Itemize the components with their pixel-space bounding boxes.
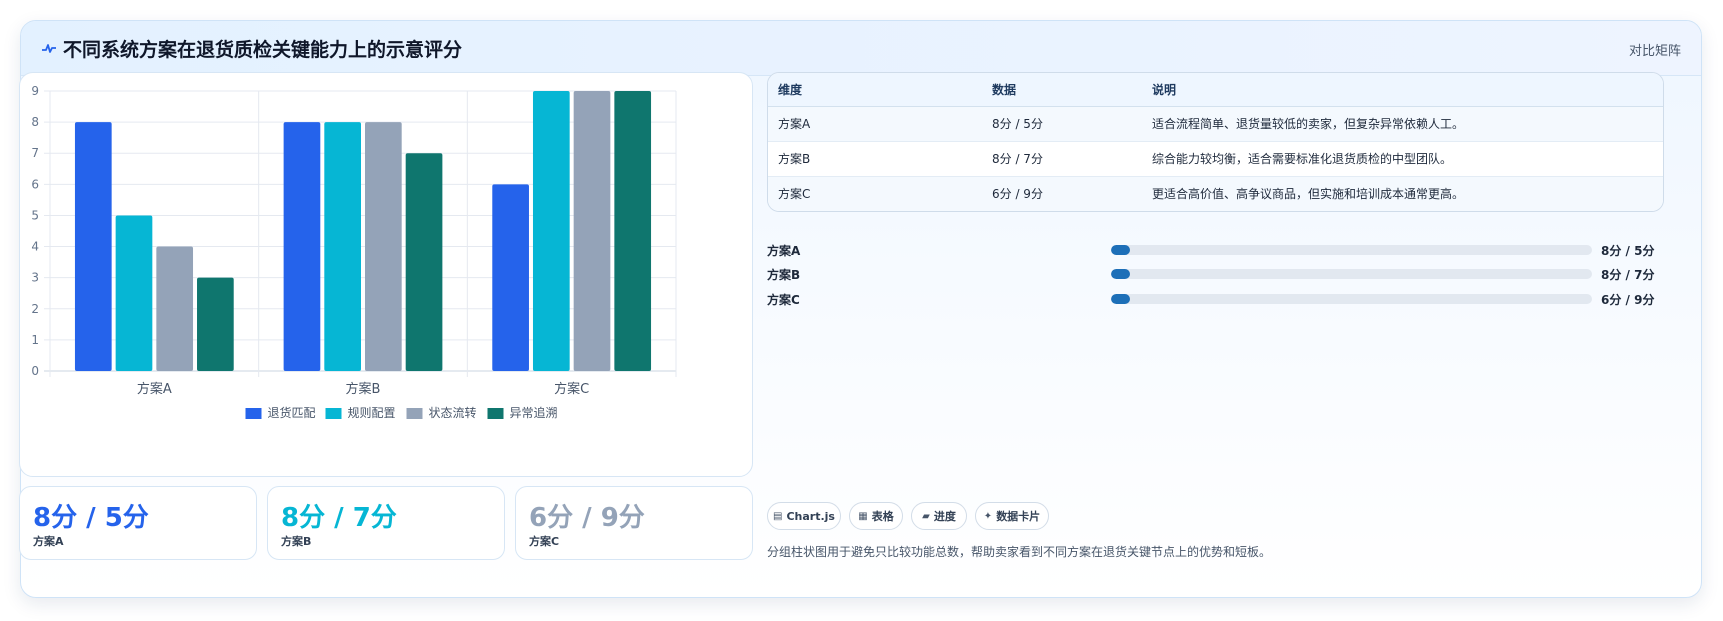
chart-panel: 0 1 2 3 4 5 6 7 8 9 方案A 方案B 方案C 退货匹配 规则配置 状态流转 异常追溯 (19, 72, 753, 477)
stat-label: 方案A (33, 535, 64, 548)
legend-label: 规则配置 (348, 405, 396, 420)
legend-swatch (487, 408, 504, 419)
progress-fill (1111, 269, 1131, 279)
bar-1-1 (74, 122, 112, 371)
header-badge: 对比矩阵 (1628, 44, 1681, 59)
x-tick-label: 方案A (137, 381, 172, 397)
legend-label: 异常追溯 (510, 405, 558, 420)
y-tick-label: 1 (31, 333, 39, 347)
grouped-bar-chart: 0 1 2 3 4 5 6 7 8 9 方案A 方案B 方案C 退货匹配 规则配置 状态流转 异常追溯 (31, 84, 677, 420)
stat-label: 方案C (529, 535, 560, 548)
table-cell: 8分 / 5分 (982, 106, 1142, 142)
chip-chartjs[interactable]: ▤ Chart.js (767, 502, 841, 530)
stat-card-b: 8分 / 7分 方案B (267, 486, 505, 560)
chip-table[interactable]: ▦ 表格 (849, 502, 903, 530)
stat-value: 6分 / 9分 (529, 503, 645, 533)
progress-row-c: 方案C 6分 / 9分 (767, 289, 1664, 309)
x-tick-label: 方案B (346, 381, 381, 397)
progress-label: 方案A (767, 244, 801, 258)
comparison-table: 维度 数据 说明 方案A 8分 / 5分 适合流程简单、退货量较低的卖家，但复杂… (767, 72, 1664, 212)
legend-swatch (245, 408, 262, 419)
table-row: 方案B 8分 / 7分 综合能力较均衡，适合需要标准化退货质检的中型团队。 (768, 141, 1663, 177)
chart-icon: ▤ (773, 510, 783, 522)
bar-3-1 (492, 184, 529, 371)
table-cell: 适合流程简单、退货量较低的卖家，但复杂异常依赖人工。 (1142, 106, 1663, 142)
table-header-row: 维度 数据 说明 (768, 73, 1663, 107)
stat-label: 方案B (281, 535, 312, 548)
table-row: 方案C 6分 / 9分 更适合高价值、高争议商品，但实施和培训成本通常更高。 (768, 176, 1663, 211)
bar-3-3 (573, 91, 611, 371)
table-cell: 方案A (768, 106, 982, 142)
column-header: 数据 (982, 73, 1142, 107)
stat-value: 8分 / 5分 (33, 503, 149, 533)
table-cell: 方案B (768, 141, 982, 177)
progress-track (1111, 245, 1592, 255)
bar-1-4 (197, 277, 234, 371)
y-tick-label: 2 (31, 302, 39, 316)
table-cell: 更适合高价值、高争议商品，但实施和培训成本通常更高。 (1142, 176, 1663, 211)
chip-label: 进度 (933, 510, 956, 523)
chip-label: Chart.js (786, 509, 835, 523)
table-cell: 方案C (768, 176, 982, 211)
y-tick-label: 4 (31, 240, 39, 254)
progress-value: 8分 / 7分 (1601, 268, 1655, 282)
progress-track (1111, 269, 1592, 279)
bar-1-3 (156, 246, 194, 371)
bar-2-3 (365, 122, 402, 371)
bar-2-2 (324, 122, 361, 371)
table-cell: 综合能力较均衡，适合需要标准化退货质检的中型团队。 (1142, 141, 1663, 177)
pulse-icon (42, 44, 56, 53)
progress-fill (1111, 245, 1131, 255)
table-row: 方案A 8分 / 5分 适合流程简单、退货量较低的卖家，但复杂异常依赖人工。 (768, 106, 1663, 142)
bar-1-2 (115, 215, 153, 371)
progress-label: 方案B (767, 268, 801, 282)
legend-label: 退货匹配 (268, 405, 316, 420)
progress-label: 方案C (767, 293, 800, 307)
bar-2-1 (283, 122, 321, 371)
progress-fill (1111, 294, 1131, 304)
legend-swatch (325, 408, 342, 419)
progress-row-a: 方案A 8分 / 5分 (767, 240, 1664, 260)
y-tick-label: 0 (31, 364, 39, 378)
table-cell: 6分 / 9分 (982, 176, 1142, 211)
card-header: 不同系统方案在退货质检关键能力上的示意评分 对比矩阵 (21, 21, 1701, 76)
stat-value: 8分 / 7分 (281, 503, 397, 533)
progress-value: 6分 / 9分 (1601, 293, 1655, 307)
chip-data-card[interactable]: ✦ 数据卡片 (975, 502, 1049, 530)
chip-progress[interactable]: ▰ 进度 (911, 502, 967, 530)
column-header: 说明 (1142, 73, 1663, 107)
chip-label: 表格 (871, 510, 894, 523)
y-tick-label: 5 (31, 208, 39, 222)
y-tick-label: 9 (31, 84, 39, 98)
progress-value: 8分 / 5分 (1601, 244, 1655, 258)
stat-card-c: 6分 / 9分 方案C (515, 486, 753, 560)
bar-3-2 (532, 91, 570, 371)
y-tick-label: 8 (31, 115, 39, 129)
progress-track (1111, 294, 1592, 304)
sparkle-icon: ✦ (983, 510, 993, 522)
stat-card-a: 8分 / 5分 方案A (19, 486, 257, 560)
bar-3-4 (614, 91, 652, 371)
x-tick-label: 方案C (554, 381, 589, 397)
y-tick-label: 6 (31, 177, 39, 191)
progress-icon: ▰ (922, 510, 930, 522)
chip-label: 数据卡片 (996, 510, 1041, 523)
chart-footnote: 分组柱状图用于避免只比较功能总数，帮助卖家看到不同方案在退货关键节点上的优势和短… (767, 545, 1272, 559)
y-tick-label: 3 (31, 271, 39, 285)
y-tick-label: 7 (31, 146, 39, 160)
table-cell: 8分 / 7分 (982, 141, 1142, 177)
card-title: 不同系统方案在退货质检关键能力上的示意评分 (63, 39, 463, 61)
legend-label: 状态流转 (429, 405, 477, 420)
column-header: 维度 (768, 73, 982, 107)
legend-swatch (406, 408, 423, 419)
progress-row-b: 方案B 8分 / 7分 (767, 264, 1664, 284)
table-icon: ▦ (858, 510, 868, 522)
bar-2-4 (405, 153, 443, 371)
